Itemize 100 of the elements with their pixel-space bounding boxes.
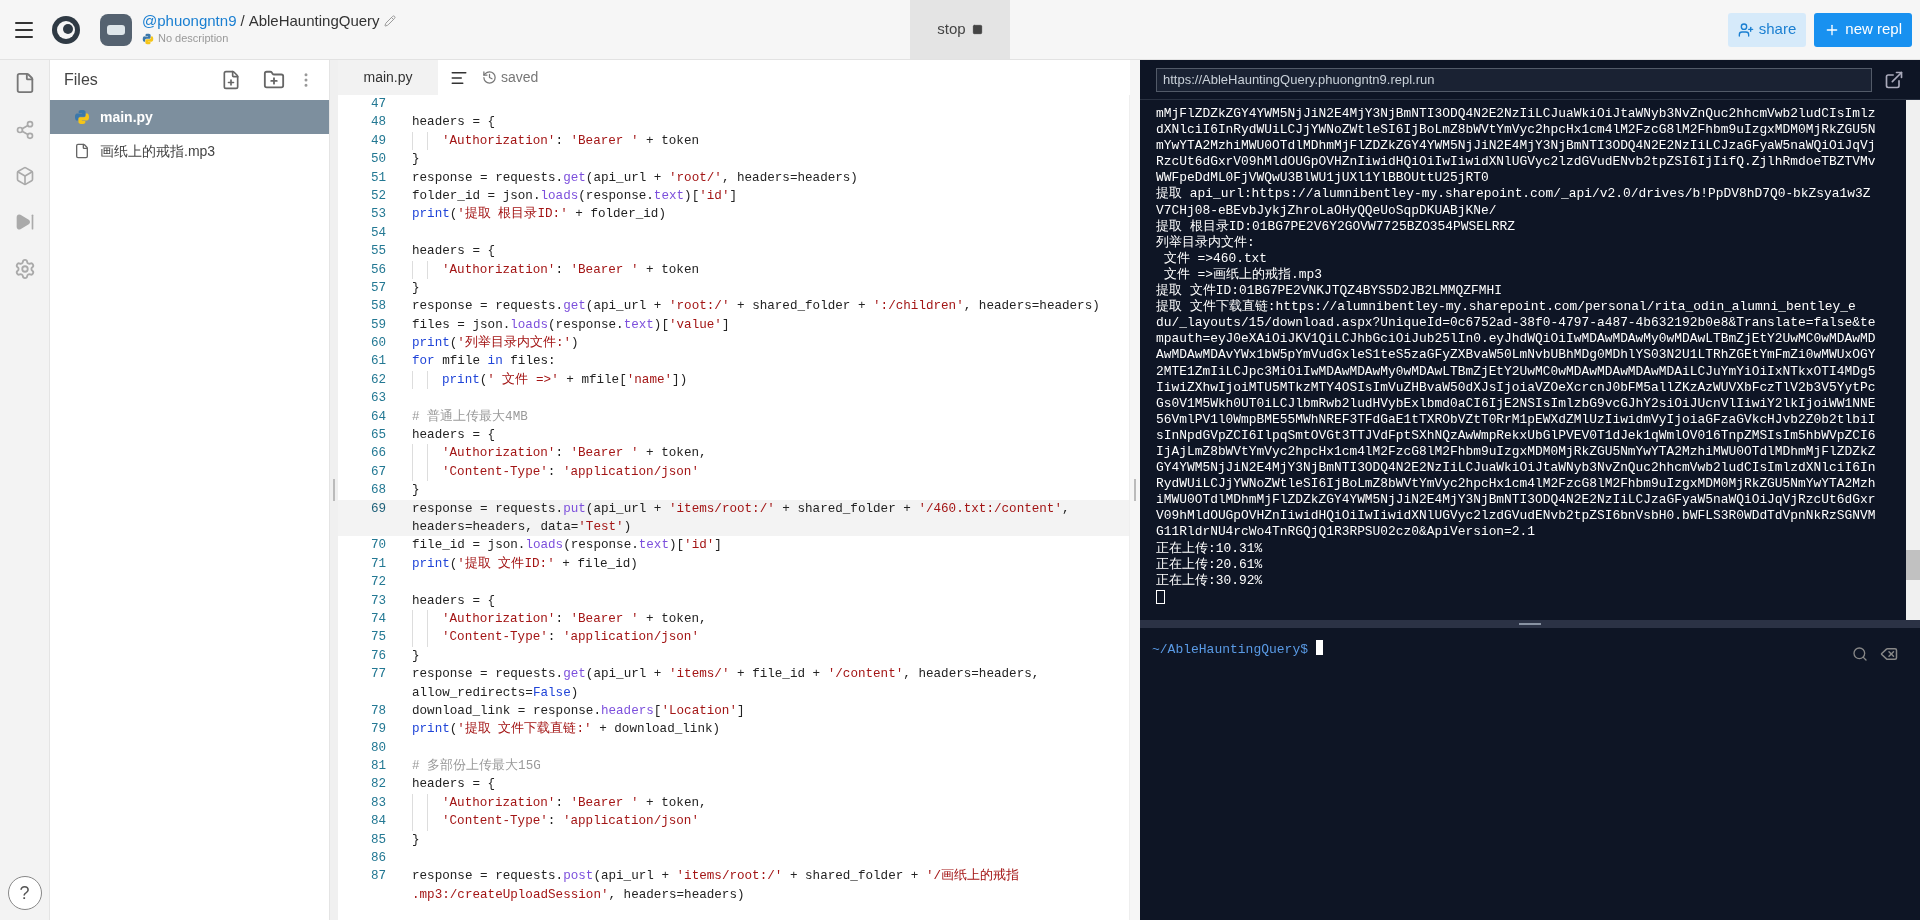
avatar[interactable] [100,13,132,46]
code-text: } [412,482,420,500]
console-line: dXNlciI6InRydWUiLCJjYWNoZWtleSI6IjBoLmZ8bWVtYmVyc2hpcHx1cm4lM2FzcG8lM2Fhbm9uIzgxMDM0MjRkZGU5N [1156,122,1876,139]
code-text: 'Content-Type': 'application/json' [442,629,699,647]
code-text: folder_id = json.loads(response.text)['id'] [412,187,737,205]
line-number: 67 [369,463,386,481]
help-button[interactable]: ? [7,876,42,910]
username-link[interactable]: @phuongntn9 [142,12,237,31]
open-external-icon[interactable] [1884,69,1904,90]
code-text: response = requests.put(api_url + 'items/root:/' + shared_folder + '/460.txt:/content', [412,500,1070,518]
console-line: RydWUiLCJjYWNoZWtleSI6IjBoLmZ8bWVtYmVyc2hpcHx1cm4lM2FzcG8lM2Fhbm9uIzgxMDM0MjRkZGU5NmYwYTA2Mzh [1156,476,1876,493]
cursor [1156,589,1165,604]
line-number: 59 [369,316,386,334]
console-line: AwMDAwMDAvYWx1bW5pYmVudGxleS1teS5zaGFyZXBvaW50LmNvbUBhMDg0MDhlYS03N2U1LTRhZGEtYmFmZi0wMWUxOGY [1156,347,1876,364]
code-text: print('提取 文件下载直链:' + download_link) [412,720,721,739]
line-number: 76 [369,647,386,665]
console-line: 提取 api_url:https://alumnibentley-my.sharepoint.com/_api/v2.0/drives/b!PpDV8hD7Q0-bkZsya1w3Z [1156,186,1871,203]
console-line: 提取 文件ID:01BG7PE2VNKJTQZ4BYS5D2JB2LMMQZFMHI [1156,283,1502,299]
code-text: print('提取 根目录ID:' + folder_id) [412,205,666,224]
line-number: 70 [369,537,386,555]
history-icon[interactable] [482,70,497,85]
line-number: 54 [369,224,386,242]
repl-name[interactable]: AbleHauntingQuery [248,12,380,31]
line-number: 57 [369,279,386,297]
share-button[interactable]: share [1727,12,1807,47]
code-text: response = requests.get(api_url + 'root:/' + shared_folder + ':/children', headers=headers) [412,298,1100,316]
console-line: V09hMldOUGpOVHZnIiwidHQiOiIwIiwidXNlUGVyc2lzdGVudENvb2tpZSI6bnVsbH0.bWFLS3R0WDdTdVpnNkRzSGNVM [1156,508,1876,525]
console-line: 文件 =>画纸上的戒指.mp3 [1162,266,1322,283]
console-line: 2MTE1ZmIiLCJpc3MiOiIwMDAwMDAwMy0wMDAwLTBmZjEtY2UwMC0wMDAwMDAwMDAwMDAiLCJuYmYiOiIxNTkxOTI4MDg5 [1156,363,1876,380]
console-line: du/_layouts/15/download.aspx?UniqueId=0c6752ad-38f0-4797-a487-4b632192b0e8&Translate=false&te [1156,315,1876,332]
line-number: 66 [369,445,386,463]
code-text: 'Authorization': 'Bearer ' + token [442,261,699,279]
console-line: GY4YWM5NjJiN2E4MjY3NjBmNTI3ODQ4N2E2NzIiLCJuaWkiOiJtaWNyb3NvZnQuc2hhcmVwb2ludCIsImlzdXNlciI6In [1156,460,1876,477]
code-text: headers = { [412,427,496,445]
url-field[interactable]: https://AbleHauntingQuery.phuongntn9.repl.run [1156,67,1872,92]
share-nodes-icon[interactable] [14,120,35,140]
code-text: allow_redirects=False) [412,684,579,702]
line-number: 65 [369,427,386,445]
code-text: headers=headers, data='Test') [412,519,632,536]
line-number: 74 [369,610,386,628]
code-text: headers = { [412,114,496,132]
save-status: saved [501,68,539,87]
line-number: 75 [369,629,386,647]
line-number: 52 [369,187,386,205]
code-text: .mp3:/createUploadSession', headers=headers) [412,886,745,904]
code-text: print('提取 文件ID:' + file_id) [412,555,638,573]
code-text: download_link = response.headers['Location'] [412,702,745,720]
console-line: 文件 =>460.txt [1162,250,1268,267]
console-line: V7CHj08-eBEvbJykjZhroLaOHyQQeUoSqpDKUABjKNe/ [1156,202,1497,219]
line-number: 63 [369,390,386,408]
editor-tab[interactable]: main.py [338,60,438,95]
code-text: headers = { [412,776,496,794]
line-number: 77 [369,666,386,684]
line-number: 62 [369,371,386,389]
console-line: mYwYTA2MzhiMWU0OTdlMDhmMjFlZDZkZGY4YWM5NjJiN2E4MjY3NjBmNTI3ODQ4N2E2NzIiLCJzaGFyaW5naWQiOiJqVj [1156,138,1876,155]
console-line: RzcUt6dGxrV09hMldOUGpOVHZnIiwidHQiOiIwIiwidXNlUGVyc2lzdGVudENvb2tpZSI6IjIifQ.ZjlhRmdoeTBZTVMv [1156,154,1876,171]
console-line: sInNpdGVpZCI6IlpqSmtOVGt3TTJVdFptSXhNQzAwWmpRekxUbGlPVEV0T1dJek1qWmlOV016TnpZMSIsIm5hbWVpZCI6 [1156,427,1876,444]
code-text: # 普通上传最大4MB [412,408,528,426]
console-line: 56VmlPV1l0WmpBME55MWhNREF3TFdGaE1tTXRObVZtT0RrM1pEWXdZMlUzIiwidmVyIjoiaGFzaGVkcHJvb2Z0b2tlbiI [1156,411,1876,428]
pencil-icon[interactable] [383,15,396,28]
code-text: response = requests.get(api_url + 'items/' + file_id + '/content', headers=headers, [412,666,1040,684]
console-line: 正在上传:20.61% [1156,556,1263,573]
line-number: 55 [369,243,386,261]
line-number: 56 [369,261,386,279]
code-text: } [412,831,420,849]
line-number: 64 [369,408,386,426]
console-line: IiwiZXhwIjoiMTU5MTkzMTY4OSIsImVuZHBvaW50dXJsIjoiaVZOeXcrcnJ0bFM5allZKzAzWUVXbFczTlV2b3V5YytPc [1156,379,1876,396]
line-number: 83 [369,794,386,812]
add-file-icon[interactable] [221,70,241,90]
scrollbar[interactable] [1906,100,1920,620]
user-plus-icon [1737,21,1754,38]
line-number: 72 [369,574,386,592]
line-number: 69 [369,500,386,518]
clear-icon[interactable] [1880,645,1898,663]
add-folder-icon[interactable] [263,69,285,91]
file-item[interactable]: 画纸上的戒指.mp3 [50,134,329,168]
line-number: 87 [369,868,386,886]
line-number: 84 [369,813,386,831]
code-text: headers = { [412,243,496,261]
console-line: 提取 文件下载直链:https://alumnibentley-my.sharepoint.com/personal/rita_odin_alumni_bentley_e [1156,299,1856,316]
line-number: 86 [369,850,386,867]
line-number: 81 [369,758,386,776]
line-number: 58 [369,298,386,316]
console-line: 正在上传:10.31% [1156,540,1263,557]
code-text: 'Authorization': 'Bearer ' + token, [442,445,707,463]
code-text: response = requests.get(api_url + 'root/', headers=headers) [412,169,858,187]
console-line: G11RldrNU4rcWo4TnRGQjQ1R3RPSU02cz0&ApiVersion=2.1 [1156,524,1536,541]
console-line: IjAjLmZ8bWVtYmVyc2hpcHx1cm4lM2FzcG8lM2Fhbm9uIzgxMDM0MjRkZGU5NmYwYTA2MzhiMWU0OTdlMDhmMjFlZDZkZ [1156,443,1876,461]
logo-icon[interactable] [50,13,82,46]
code-text: files = json.loads(response.text)['value'] [412,316,730,334]
code-text: 'Authorization': 'Bearer ' + token [442,132,699,150]
code-text: } [412,647,420,665]
line-number: 78 [369,702,386,720]
search-icon[interactable] [1852,646,1868,662]
code-text: headers = { [412,592,496,610]
console-line: mMjFlZDZkZGY4YWM5NjJiN2E4MjY3NjBmNTI3ODQ4N2E2NzIiLCJuaWkiOiJtaWNyb3NvZnQuc2hhcmVwb2ludCIsImlz [1156,106,1876,123]
line-number: 82 [369,776,386,794]
path-separator: / [240,12,245,31]
code-text: 'Authorization': 'Bearer ' + token, [442,794,707,812]
stop-button[interactable]: stop [910,0,1010,59]
